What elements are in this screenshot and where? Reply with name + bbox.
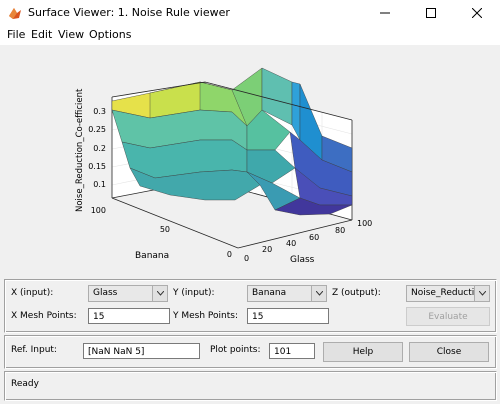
status-text: Ready <box>11 379 39 389</box>
y-mesh-input[interactable]: 15 <box>247 308 329 324</box>
chevron-down-icon <box>152 286 167 301</box>
z-tick-label: 0.1 <box>93 180 106 189</box>
x-mesh-label: X Mesh Points: <box>11 311 77 321</box>
menu-options[interactable]: Options <box>89 28 131 41</box>
x-tick-label: 60 <box>309 233 319 242</box>
ref-input-field[interactable]: [NaN NaN 5] <box>83 343 200 359</box>
y-input-select[interactable]: Banana <box>247 285 327 302</box>
z-tick-label: 0.25 <box>88 125 106 134</box>
x-tick-label: 20 <box>262 245 272 254</box>
y-axis-label: Banana <box>135 251 169 261</box>
x-axis-label: Glass <box>290 255 315 263</box>
y-tick-label: 0 <box>227 250 232 259</box>
close-window-button[interactable] <box>454 0 500 25</box>
window-title: Surface Viewer: 1. Noise Rule viewer <box>28 6 230 19</box>
x-tick-label: 80 <box>335 226 345 235</box>
menu-view[interactable]: View <box>58 28 84 41</box>
z-tick-label: 0.3 <box>93 107 106 116</box>
surface-plot-area[interactable]: 0.3 0.25 0.2 0.15 0.1 Noise_Reduction_Co… <box>0 45 500 263</box>
maximize-button[interactable] <box>408 0 454 25</box>
y-mesh-label: Y Mesh Points: <box>173 311 238 321</box>
surface-plot[interactable]: 0.3 0.25 0.2 0.15 0.1 Noise_Reduction_Co… <box>0 45 500 263</box>
maximize-icon <box>426 7 436 18</box>
axis-config-panel: X (input): Glass Y (input): Banana Z (ou… <box>4 279 497 333</box>
status-panel: Ready <box>4 371 497 401</box>
close-icon <box>472 7 482 18</box>
x-input-select[interactable]: Glass <box>88 285 168 302</box>
chevron-down-icon <box>474 286 489 301</box>
z-tick-label: 0.15 <box>88 162 106 171</box>
y-input-label: Y (input): <box>173 288 215 298</box>
z-output-label: Z (output): <box>332 288 381 298</box>
evaluate-button[interactable]: Evaluate <box>406 307 490 326</box>
plot-points-input[interactable]: 101 <box>269 343 315 359</box>
help-button[interactable]: Help <box>323 342 403 362</box>
menu-file[interactable]: File <box>7 28 25 41</box>
z-axis-label: Noise_Reduction_Co-efficient <box>75 88 85 212</box>
minimize-icon <box>380 12 390 13</box>
close-button[interactable]: Close <box>409 342 489 362</box>
x-input-label: X (input): <box>11 288 54 298</box>
x-tick-label: 0 <box>244 254 249 263</box>
x-tick-label: 100 <box>357 219 372 228</box>
x-input-value: Glass <box>93 288 118 298</box>
z-output-select[interactable]: Noise_Reducti... <box>406 285 490 302</box>
z-output-value: Noise_Reducti... <box>411 288 483 298</box>
x-tick-label: 40 <box>286 239 296 248</box>
reference-panel: Ref. Input: [NaN NaN 5] Plot points: 101… <box>4 335 497 369</box>
chevron-down-icon <box>311 286 326 301</box>
title-bar: Surface Viewer: 1. Noise Rule viewer <box>0 0 500 26</box>
plot-points-label: Plot points: <box>210 345 261 355</box>
matlab-icon <box>8 6 22 20</box>
x-mesh-input[interactable]: 15 <box>88 308 170 324</box>
menu-bar: File Edit View Options <box>0 25 500 46</box>
minimize-button[interactable] <box>362 0 408 25</box>
menu-edit[interactable]: Edit <box>31 28 52 41</box>
y-tick-label: 50 <box>160 225 170 234</box>
ref-input-label: Ref. Input: <box>11 345 57 355</box>
y-input-value: Banana <box>252 288 287 298</box>
z-tick-label: 0.2 <box>93 144 106 153</box>
y-tick-label: 100 <box>91 206 106 215</box>
